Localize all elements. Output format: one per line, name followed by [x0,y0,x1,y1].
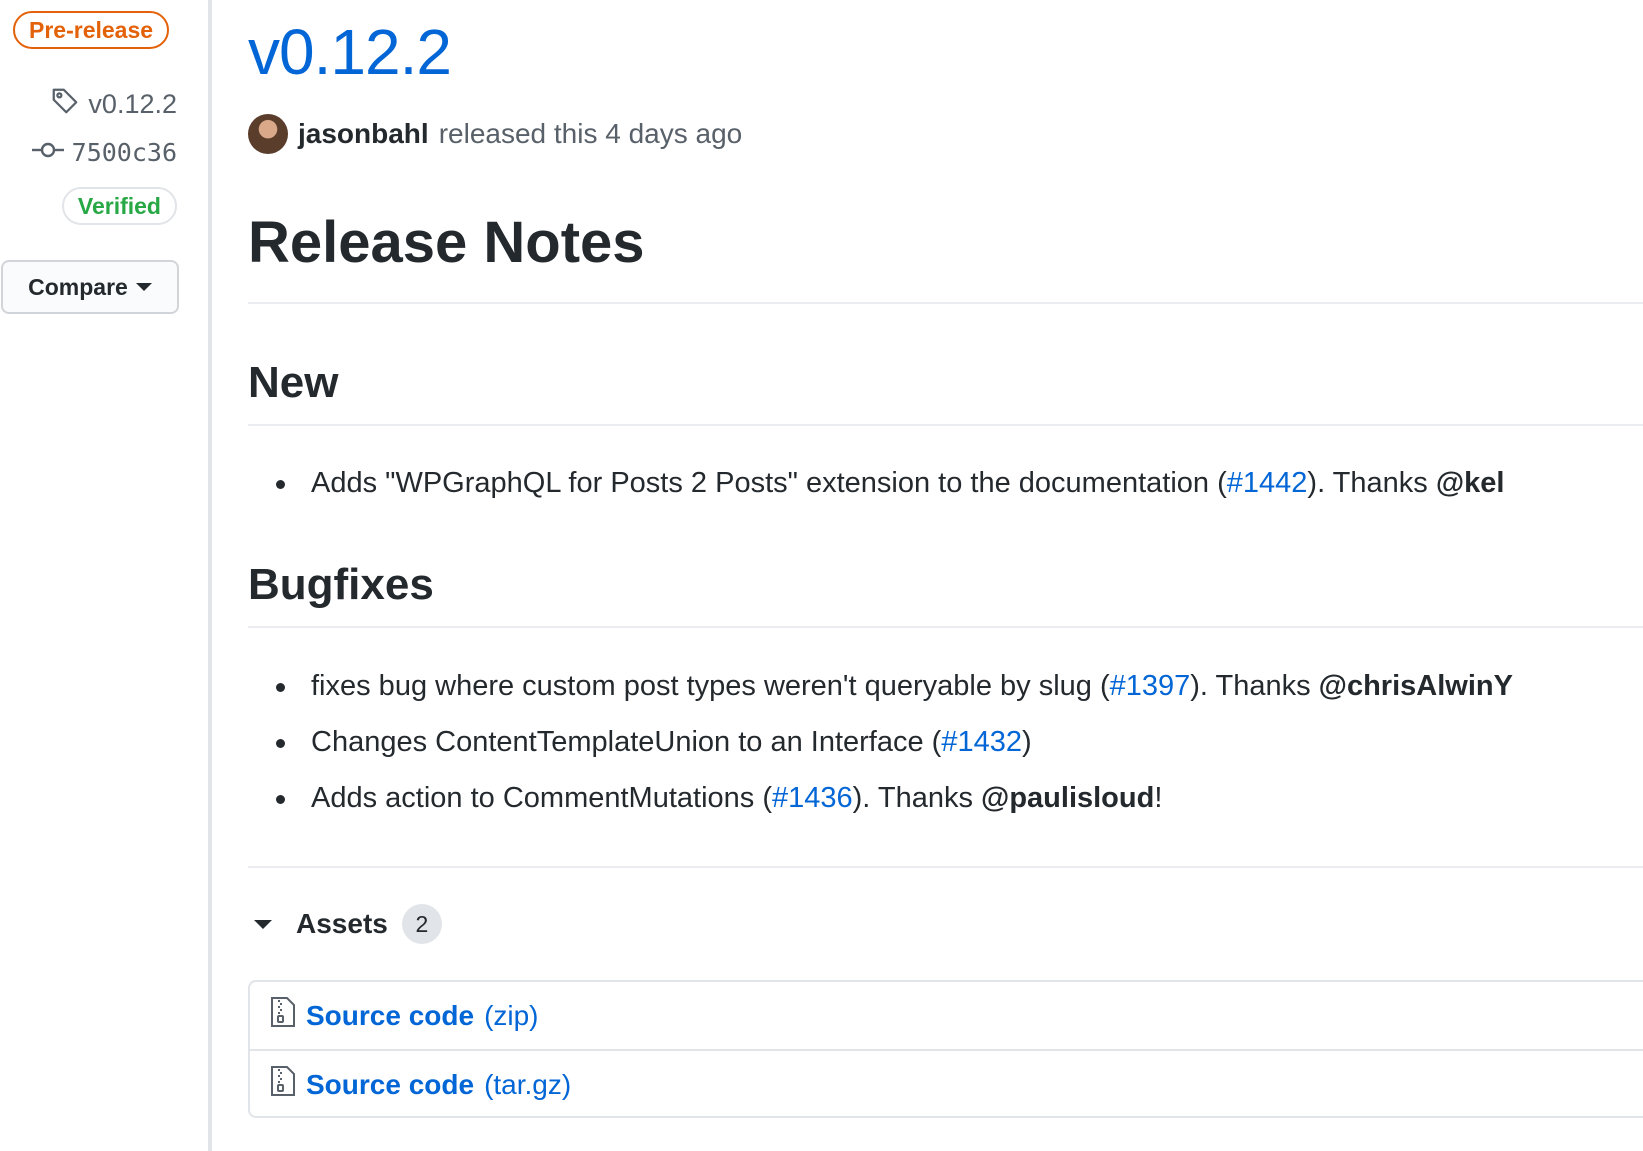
assets-toggle[interactable]: Assets 2 [254,904,442,944]
issue-link[interactable]: #1397 [1110,670,1191,702]
item-text: ). Thanks [852,782,982,814]
issue-link[interactable]: #1442 [1227,467,1308,499]
list-item: Changes ContentTemplateUnion to an Inter… [276,723,1513,761]
asset-item-zip[interactable]: Source code (zip) [250,982,1643,1049]
asset-name[interactable]: Source code [306,1069,474,1101]
divider [248,302,1643,304]
issue-link[interactable]: #1432 [941,726,1022,758]
asset-ext[interactable]: (tar.gz) [484,1069,571,1101]
tag-link[interactable]: v0.12.2 [50,86,177,123]
list-item: Adds action to CommentMutations (#1436).… [276,779,1513,817]
asset-item-targz[interactable]: Source code (tar.gz) [250,1049,1643,1118]
release-author-line: jasonbahl released this 4 days ago [248,114,742,154]
tag-icon [50,86,80,123]
assets-count: 2 [401,904,442,944]
compare-button[interactable]: Compare [1,260,179,314]
user-mention[interactable]: @kel [1436,467,1505,499]
asset-ext[interactable]: (zip) [484,1000,538,1032]
item-text: Adds "WPGraphQL for Posts 2 Posts" exten… [311,467,1227,499]
released-text: released this 4 days ago [438,118,743,149]
item-text: fixes bug where custom post types weren'… [311,670,1110,702]
bugfixes-heading: Bugfixes [248,560,434,609]
release-notes-heading: Release Notes [248,210,645,275]
avatar[interactable] [248,114,288,154]
item-text: ). Thanks [1307,467,1436,499]
assets-label: Assets [296,908,388,939]
commit-icon [31,138,64,167]
list-item: fixes bug where custom post types weren'… [276,667,1513,705]
issue-link[interactable]: #1436 [772,782,853,814]
item-text: ! [1154,782,1163,814]
user-mention[interactable]: @paulisloud [981,782,1154,814]
bugfixes-list: fixes bug where custom post types weren'… [276,667,1513,835]
file-zip-icon [270,996,296,1035]
user-mention[interactable]: @chrisAlwinY [1319,670,1513,702]
item-text: Changes ContentTemplateUnion to an Inter… [311,726,942,758]
release-sidebar: Pre-release v0.12.2 7500c36 Verified Com… [0,0,212,1151]
commit-sha: 7500c36 [71,138,177,167]
item-text: Adds action to CommentMutations ( [311,782,772,814]
compare-label: Compare [28,273,128,300]
divider [248,866,1643,868]
divider [248,626,1643,628]
triangle-down-icon [135,283,152,291]
asset-name[interactable]: Source code [306,1000,474,1032]
tag-name: v0.12.2 [88,89,177,119]
assets-list: Source code (zip) Source code (tar.gz) [248,980,1643,1118]
list-item: Adds "WPGraphQL for Posts 2 Posts" exten… [276,464,1504,502]
item-text: ) [1021,726,1032,758]
item-text: ). Thanks [1190,670,1319,702]
verified-badge[interactable]: Verified [61,187,177,225]
commit-link[interactable]: 7500c36 [31,138,177,167]
new-heading: New [248,358,339,407]
release-title[interactable]: v0.12.2 [248,12,452,92]
author-name[interactable]: jasonbahl [298,118,429,150]
triangle-down-icon [254,919,272,929]
file-zip-icon [270,1065,296,1104]
prerelease-badge: Pre-release [13,11,170,49]
new-list: Adds "WPGraphQL for Posts 2 Posts" exten… [276,464,1504,520]
release-page: Pre-release v0.12.2 7500c36 Verified Com… [0,0,1643,1151]
divider [248,424,1643,426]
